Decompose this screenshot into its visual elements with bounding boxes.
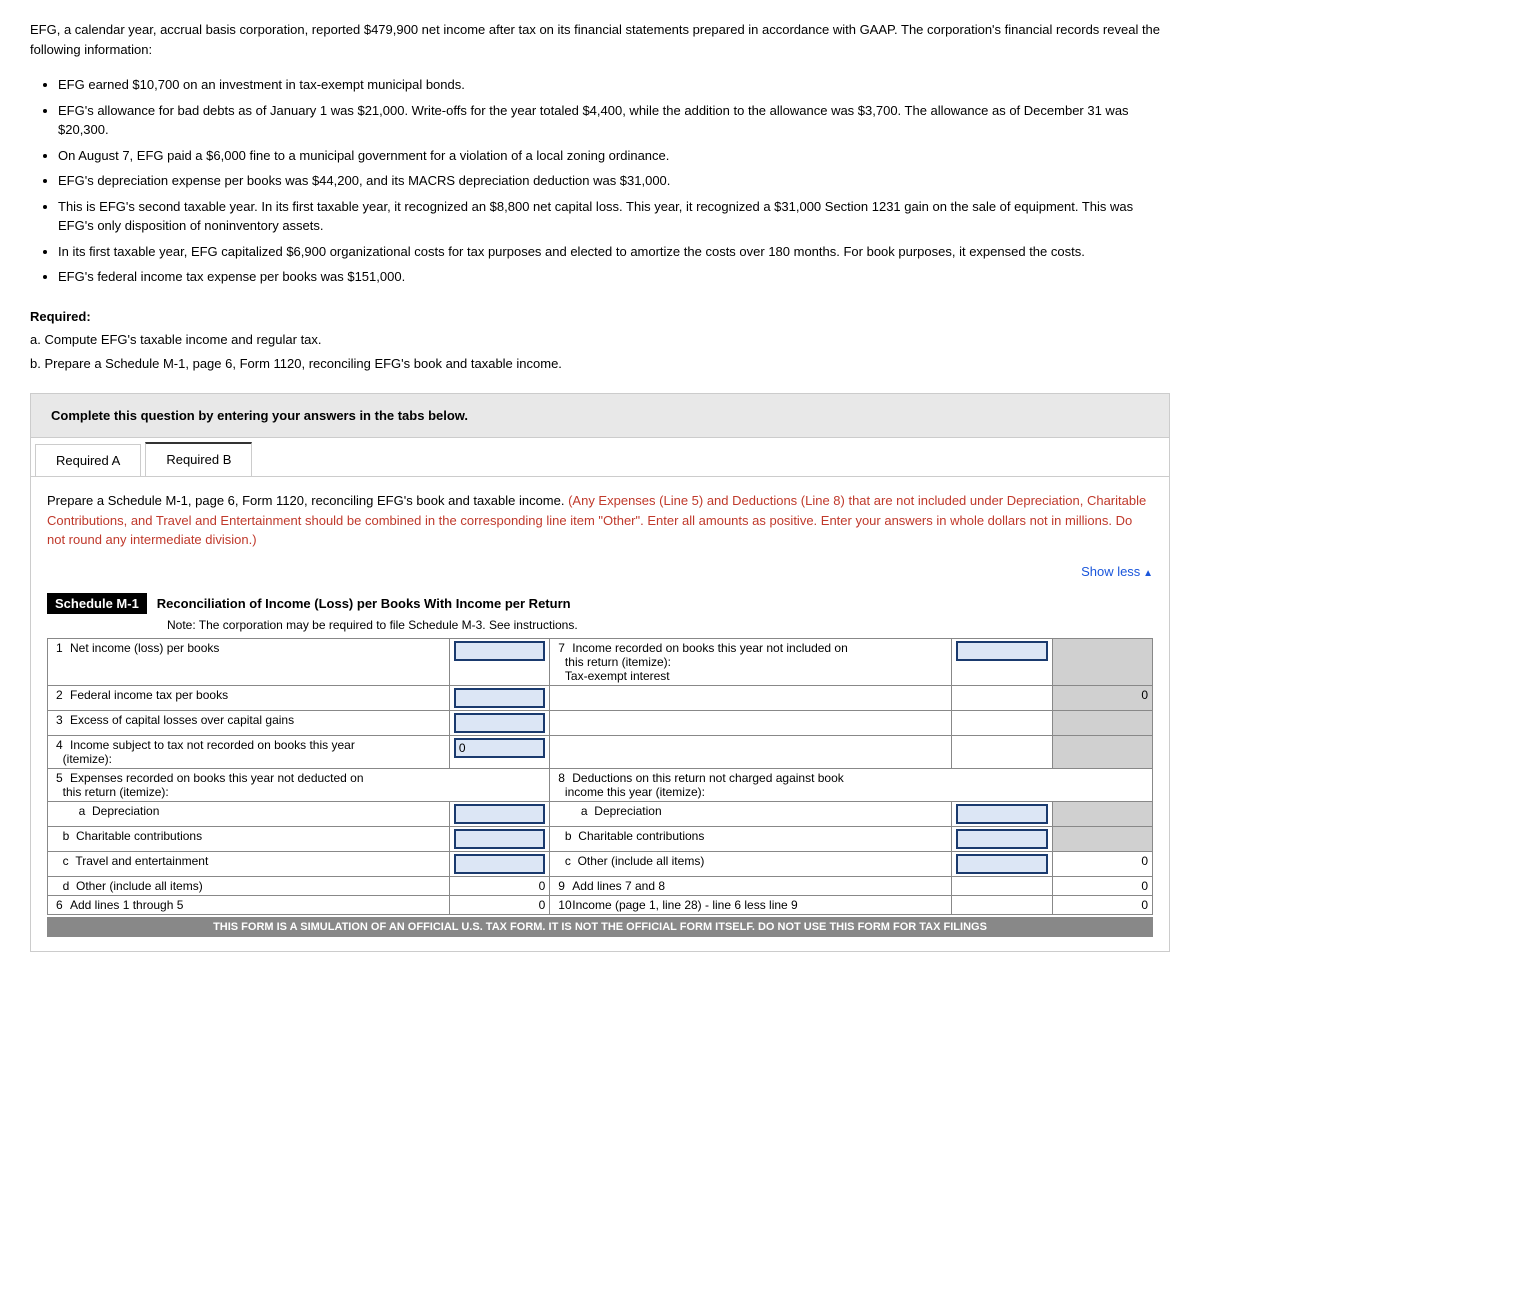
required-part-b: b. Prepare a Schedule M-1, page 6, Form …: [30, 354, 1170, 374]
row4-label2: (itemize):: [52, 752, 112, 766]
row6-label: 6 Add lines 1 through 5: [52, 898, 183, 912]
row3-label: 3 Excess of capital losses over capital …: [52, 713, 294, 727]
row5c-input[interactable]: [454, 854, 545, 874]
row1-input[interactable]: [454, 641, 545, 661]
row7-sub-input[interactable]: [956, 641, 1047, 661]
row5b-label: b Charitable contributions: [52, 829, 202, 843]
row5-label2: this return (itemize):: [52, 785, 169, 799]
row3-input[interactable]: [454, 713, 545, 733]
list-item: In its first taxable year, EFG capitaliz…: [58, 242, 1170, 262]
required-part-a: a. Compute EFG's taxable income and regu…: [30, 330, 1170, 350]
schedule-note: Note: The corporation may be required to…: [47, 618, 1153, 632]
list-item: EFG earned $10,700 on an investment in t…: [58, 75, 1170, 95]
row8c-input[interactable]: [956, 854, 1047, 874]
tabs-container: Required A Required B Prepare a Schedule…: [30, 438, 1170, 952]
schedule-header: Schedule M-1 Reconciliation of Income (L…: [47, 593, 1153, 614]
question-box: Complete this question by entering your …: [30, 393, 1170, 438]
tab-instructions: Prepare a Schedule M-1, page 6, Form 112…: [47, 491, 1153, 550]
row2-label: 2 Federal income tax per books: [52, 688, 228, 702]
row7-label2: this return (itemize):: [554, 655, 671, 669]
intro-paragraph: EFG, a calendar year, accrual basis corp…: [30, 20, 1170, 59]
row8b-label: b Charitable contributions: [554, 829, 704, 843]
row7-label: 7 Income recorded on books this year not…: [554, 641, 848, 655]
row1-label: 1 Net income (loss) per books: [52, 641, 219, 655]
row8a-input[interactable]: [956, 804, 1047, 824]
tab-content-required-b: Prepare a Schedule M-1, page 6, Form 112…: [31, 477, 1169, 951]
row7-tax-exempt-label: Tax-exempt interest: [554, 669, 669, 683]
required-section: Required: a. Compute EFG's taxable incom…: [30, 307, 1170, 374]
schedule-title: Reconciliation of Income (Loss) per Book…: [157, 596, 571, 611]
row5a-label: a Depreciation: [52, 804, 159, 818]
row5-label: 5 Expenses recorded on books this year n…: [52, 771, 364, 785]
schedule-badge: Schedule M-1: [47, 593, 147, 614]
row8c-label: c Other (include all items): [554, 854, 704, 868]
list-item: On August 7, EFG paid a $6,000 fine to a…: [58, 146, 1170, 166]
row8-label2: income this year (itemize):: [554, 785, 705, 799]
tab-required-a[interactable]: Required A: [35, 444, 141, 476]
row5d-label: d Other (include all items): [52, 879, 203, 893]
row2-input[interactable]: [454, 688, 545, 708]
required-label: Required:: [30, 307, 1170, 327]
info-list: EFG earned $10,700 on an investment in t…: [30, 75, 1170, 287]
list-item: EFG's allowance for bad debts as of Janu…: [58, 101, 1170, 140]
list-item: EFG's federal income tax expense per boo…: [58, 267, 1170, 287]
row4-input[interactable]: [454, 738, 545, 758]
schedule-m1-table: 1 Net income (loss) per books 7 Income r…: [47, 638, 1153, 915]
row5a-input[interactable]: [454, 804, 545, 824]
row10-label: 10 Income (page 1, line 28) - line 6 les…: [554, 898, 797, 912]
tabs-row: Required A Required B: [31, 438, 1169, 477]
row5b-input[interactable]: [454, 829, 545, 849]
footer-notice: THIS FORM IS A SIMULATION OF AN OFFICIAL…: [47, 917, 1153, 937]
row5c-label: c Travel and entertainment: [52, 854, 208, 868]
question-box-text: Complete this question by entering your …: [51, 408, 468, 423]
row8-label: 8 Deductions on this return not charged …: [554, 771, 844, 785]
tab-required-b[interactable]: Required B: [145, 442, 252, 476]
row8a-label: a Depreciation: [554, 804, 661, 818]
show-less-link[interactable]: Show less: [1081, 564, 1153, 579]
row4-label: 4 Income subject to tax not recorded on …: [52, 738, 355, 752]
row9-label: 9 Add lines 7 and 8: [554, 879, 665, 893]
instruction-normal: Prepare a Schedule M-1, page 6, Form 112…: [47, 493, 564, 508]
show-less-row: Show less: [47, 560, 1153, 583]
list-item: EFG's depreciation expense per books was…: [58, 171, 1170, 191]
row8b-input[interactable]: [956, 829, 1047, 849]
list-item: This is EFG's second taxable year. In it…: [58, 197, 1170, 236]
